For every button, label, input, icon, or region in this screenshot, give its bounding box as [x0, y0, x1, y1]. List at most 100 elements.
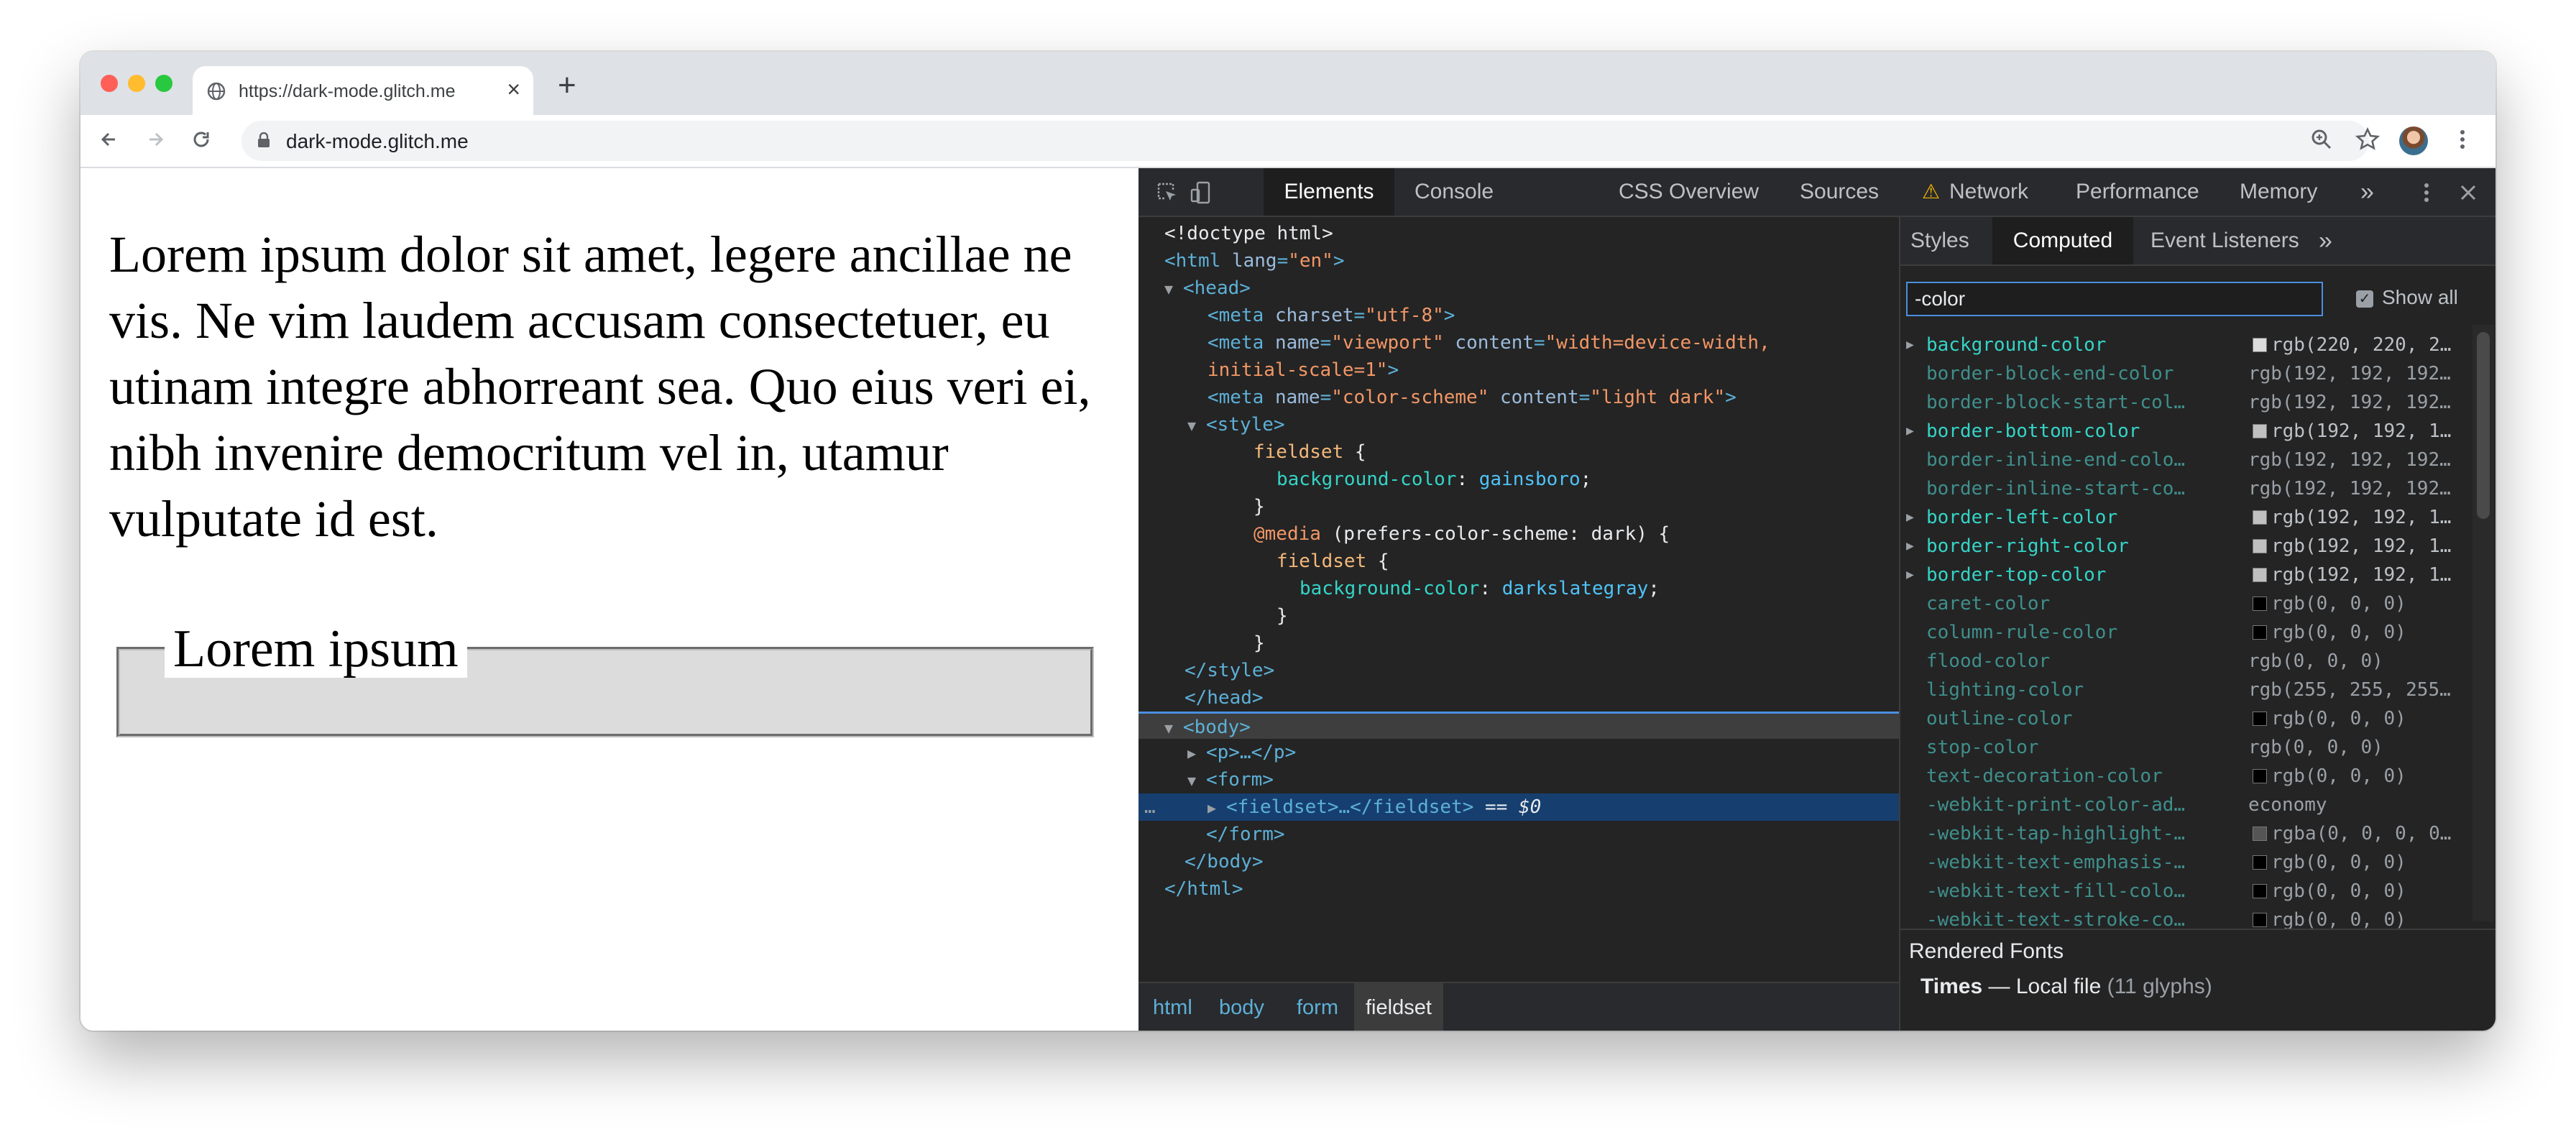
- fieldset-legend: Lorem ipsum: [165, 620, 467, 678]
- inspect-element-icon[interactable]: [1154, 180, 1180, 206]
- address-bar[interactable]: dark-mode.glitch.me: [242, 121, 2369, 161]
- maximize-window-button[interactable]: [155, 75, 172, 92]
- breadcrumb-form[interactable]: form: [1297, 983, 1338, 1031]
- color-swatch[interactable]: [2253, 884, 2267, 898]
- close-devtools-icon[interactable]: [2455, 180, 2481, 206]
- computed-property-row[interactable]: caret-color rgb(0, 0, 0): [1900, 589, 2471, 618]
- close-window-button[interactable]: [101, 75, 118, 92]
- color-swatch[interactable]: [2253, 855, 2267, 870]
- tab-css-overview[interactable]: CSS Overview: [1619, 168, 1759, 216]
- computed-property-name: -webkit-text-fill-colo…: [1926, 880, 2186, 902]
- computed-property-row[interactable]: border-inline-start-co… rgb(192, 192, 192…: [1900, 474, 2471, 503]
- forward-arrow-icon[interactable]: [142, 126, 168, 152]
- dom-node-meta-viewport[interactable]: <meta name="viewport" content="width=dev…: [1138, 329, 1968, 356]
- tab-styles[interactable]: Styles: [1910, 217, 1969, 264]
- expand-triangle-icon[interactable]: ▶: [1906, 561, 1914, 589]
- computed-property-name: -webkit-text-emphasis-…: [1926, 852, 2186, 873]
- dom-node-body[interactable]: ▼ <body>: [1138, 712, 1899, 739]
- computed-property-row[interactable]: text-decoration-color rgb(0, 0, 0): [1900, 762, 2471, 791]
- dom-node-meta-color-scheme[interactable]: <meta name="color-scheme" content="light…: [1138, 384, 1968, 411]
- more-sidebar-tabs-button[interactable]: »: [2319, 217, 2332, 264]
- tab-computed[interactable]: Computed: [1992, 217, 2133, 264]
- scrollbar-thumb[interactable]: [2477, 332, 2490, 519]
- zoom-icon[interactable]: [2309, 126, 2334, 152]
- computed-property-row[interactable]: ▶ border-top-color rgb(192, 192, 1…: [1900, 561, 2471, 589]
- browser-tab[interactable]: https://dark-mode.glitch.me ×: [193, 66, 533, 115]
- dom-node-doctype[interactable]: <!doctype html>: [1138, 220, 1925, 247]
- computed-property-row[interactable]: -webkit-text-emphasis-… rgb(0, 0, 0): [1900, 848, 2471, 877]
- dom-node-style-close[interactable]: </style>: [1138, 657, 1945, 684]
- breadcrumb-body[interactable]: body: [1219, 983, 1264, 1031]
- tab-elements[interactable]: Elements: [1264, 168, 1394, 216]
- computed-filter-input[interactable]: -color: [1906, 282, 2323, 316]
- computed-property-row[interactable]: border-block-end-color rgb(192, 192, 192…: [1900, 359, 2471, 388]
- devtools-menu-icon[interactable]: [2414, 180, 2439, 206]
- computed-property-row[interactable]: stop-color rgb(0, 0, 0): [1900, 733, 2471, 762]
- dom-node-body-close[interactable]: </body>: [1138, 848, 1945, 875]
- computed-property-row[interactable]: ▶ border-right-color rgb(192, 192, 1…: [1900, 532, 2471, 561]
- tab-console[interactable]: Console: [1414, 168, 1494, 216]
- computed-property-row[interactable]: -webkit-text-fill-colo… rgb(0, 0, 0): [1900, 877, 2471, 906]
- dom-node-form-close[interactable]: </form>: [1138, 821, 1966, 848]
- color-swatch[interactable]: [2253, 913, 2267, 927]
- expand-triangle-icon[interactable]: ▶: [1906, 532, 1914, 561]
- computed-property-name: background-color: [1926, 334, 2107, 356]
- show-all-checkbox[interactable]: ✓: [2356, 290, 2373, 308]
- computed-property-row[interactable]: outline-color rgb(0, 0, 0): [1900, 704, 2471, 733]
- computed-property-row[interactable]: ▶ background-color rgb(220, 220, 2…: [1900, 331, 2471, 359]
- tab-strip: https://dark-mode.glitch.me × +: [80, 52, 2496, 115]
- bookmark-star-icon[interactable]: [2355, 126, 2380, 152]
- new-tab-button[interactable]: +: [558, 68, 576, 103]
- expand-triangle-icon: ▼: [1187, 417, 1197, 434]
- computed-property-row[interactable]: ▶ border-bottom-color rgb(192, 192, 1…: [1900, 417, 2471, 446]
- color-swatch[interactable]: [2253, 568, 2267, 582]
- dom-node-p[interactable]: ▶ <p>…</p>: [1138, 739, 1948, 766]
- kebab-menu-icon[interactable]: [2450, 126, 2475, 152]
- color-swatch[interactable]: [2253, 597, 2267, 611]
- expand-triangle-icon[interactable]: ▶: [1906, 331, 1914, 359]
- expand-triangle-icon[interactable]: ▶: [1906, 503, 1914, 532]
- minimize-window-button[interactable]: [128, 75, 145, 92]
- computed-property-row[interactable]: ▶ border-left-color rgb(192, 192, 1…: [1900, 503, 2471, 532]
- computed-property-row[interactable]: -webkit-tap-highlight-… rgba(0, 0, 0, 0…: [1900, 819, 2471, 848]
- computed-property-row[interactable]: flood-color rgb(0, 0, 0): [1900, 647, 2471, 676]
- computed-property-row[interactable]: -webkit-print-color-ad… economy: [1900, 791, 2471, 819]
- breadcrumb-html[interactable]: html: [1153, 983, 1192, 1031]
- tab-sources[interactable]: Sources: [1800, 168, 1879, 216]
- lock-icon[interactable]: [257, 132, 270, 148]
- dom-node-head-close[interactable]: </head>: [1138, 684, 1945, 712]
- breadcrumb-fieldset[interactable]: fieldset: [1354, 983, 1443, 1031]
- font-glyph-count: (11 glyphs): [2107, 975, 2212, 998]
- tab-performance[interactable]: Performance: [2076, 168, 2199, 216]
- color-swatch[interactable]: [2253, 827, 2267, 841]
- back-arrow-icon[interactable]: [96, 126, 122, 152]
- device-toolbar-icon[interactable]: [1189, 180, 1215, 206]
- color-swatch[interactable]: [2253, 539, 2267, 553]
- computed-property-row[interactable]: border-block-start-col… rgb(192, 192, 192…: [1900, 388, 2471, 417]
- reload-icon[interactable]: [188, 126, 214, 152]
- color-swatch[interactable]: [2253, 338, 2267, 352]
- color-swatch[interactable]: [2253, 625, 2267, 640]
- expand-triangle-icon[interactable]: ▶: [1906, 417, 1914, 446]
- tab-memory[interactable]: Memory: [2240, 168, 2317, 216]
- dom-node-style[interactable]: ▼ <style>: [1138, 411, 1948, 438]
- dom-node-meta-charset[interactable]: <meta charset="utf-8">: [1138, 302, 1968, 329]
- dom-node-html[interactable]: <html lang="en">: [1138, 247, 1925, 275]
- computed-property-row[interactable]: border-inline-end-colo… rgb(192, 192, 192…: [1900, 446, 2471, 474]
- tab-event-listeners[interactable]: Event Listeners: [2150, 217, 2299, 264]
- more-tabs-button[interactable]: »: [2360, 168, 2374, 216]
- dom-node-head[interactable]: ▼ <head>: [1138, 275, 1925, 302]
- color-swatch[interactable]: [2253, 424, 2267, 438]
- computed-property-value: rgb(220, 220, 2…: [2271, 334, 2452, 356]
- dom-node-form[interactable]: ▼ <form>: [1138, 766, 1948, 793]
- dom-node-html-close[interactable]: </html>: [1138, 875, 1925, 903]
- close-tab-icon[interactable]: ×: [507, 76, 520, 103]
- color-swatch[interactable]: [2253, 510, 2267, 525]
- computed-property-row[interactable]: lighting-color rgb(255, 255, 255…: [1900, 676, 2471, 704]
- profile-avatar[interactable]: [2399, 126, 2428, 155]
- dom-node-fieldset[interactable]: … ▶ <fieldset>…</fieldset> == $0: [1138, 793, 1968, 821]
- tab-network[interactable]: Network: [1949, 168, 2028, 216]
- color-swatch[interactable]: [2253, 712, 2267, 726]
- color-swatch[interactable]: [2253, 769, 2267, 783]
- computed-property-row[interactable]: column-rule-color rgb(0, 0, 0): [1900, 618, 2471, 647]
